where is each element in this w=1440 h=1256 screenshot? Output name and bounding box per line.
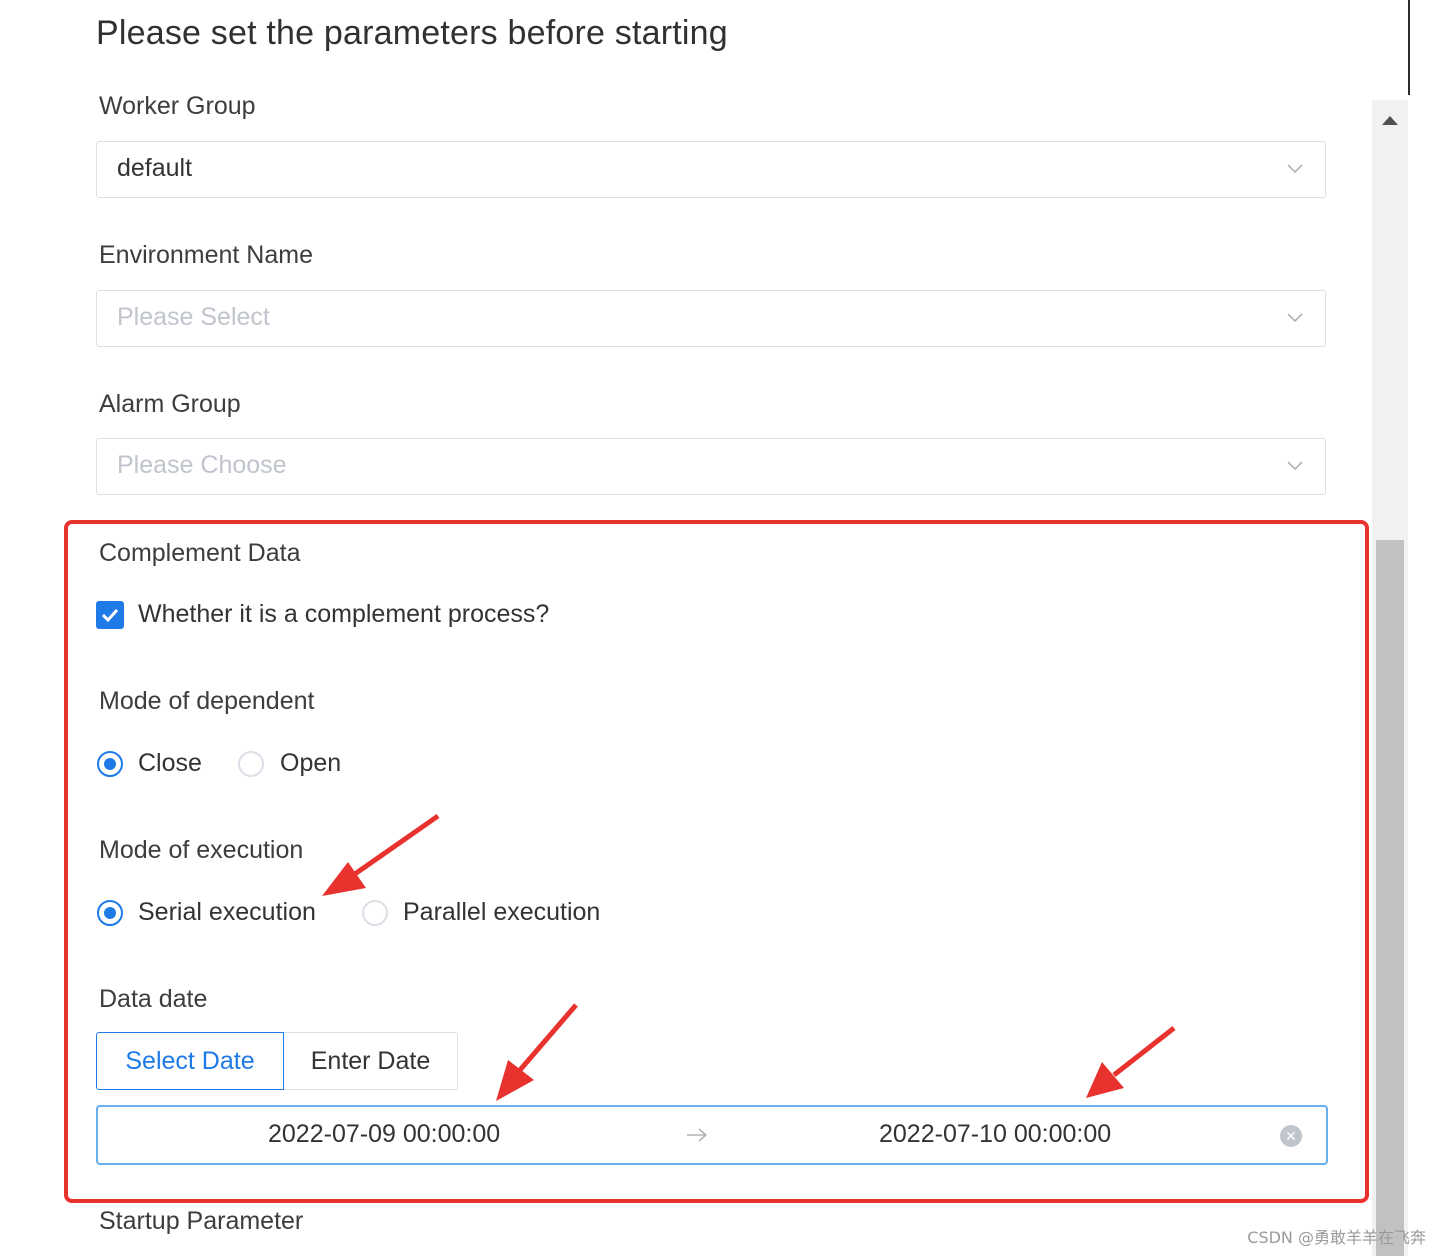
date-range-picker[interactable]: 2022-07-09 00:00:00 2022-07-10 00:00:00 … [96, 1105, 1328, 1165]
worker-group-value: default [117, 154, 193, 182]
chevron-down-icon [1287, 461, 1303, 471]
radio-dependent-close[interactable] [97, 751, 123, 777]
alarm-group-label: Alarm Group [99, 390, 241, 418]
environment-name-select[interactable]: Please Select [96, 290, 1326, 347]
tab-select-date[interactable]: Select Date [96, 1032, 284, 1090]
complement-data-label: Complement Data [99, 539, 301, 567]
scroll-up-arrow-icon[interactable] [1382, 116, 1398, 125]
complement-process-label[interactable]: Whether it is a complement process? [138, 600, 549, 629]
date-range-start[interactable]: 2022-07-09 00:00:00 [268, 1120, 500, 1149]
arrow-right-icon [687, 1128, 708, 1142]
data-date-label: Data date [99, 985, 208, 1013]
radio-serial-execution[interactable] [97, 900, 123, 926]
chevron-down-icon [1287, 313, 1303, 323]
radio-dependent-close-label[interactable]: Close [138, 749, 202, 778]
date-range-end[interactable]: 2022-07-10 00:00:00 [879, 1120, 1111, 1149]
mode-of-execution-label: Mode of execution [99, 836, 304, 864]
radio-dependent-open[interactable] [238, 751, 264, 777]
environment-name-placeholder: Please Select [117, 303, 270, 331]
radio-serial-execution-label[interactable]: Serial execution [138, 898, 316, 927]
alarm-group-placeholder: Please Choose [117, 451, 287, 479]
radio-parallel-execution-label[interactable]: Parallel execution [403, 898, 600, 927]
chevron-down-icon [1287, 164, 1303, 174]
worker-group-label: Worker Group [99, 92, 256, 120]
watermark: CSDN @勇敢羊羊在飞奔 [1247, 1228, 1426, 1247]
window-edge [1408, 0, 1410, 95]
dialog-title: Please set the parameters before startin… [96, 14, 728, 52]
radio-dependent-open-label[interactable]: Open [280, 749, 341, 778]
radio-parallel-execution[interactable] [362, 900, 388, 926]
scrollbar-thumb[interactable] [1376, 540, 1404, 1256]
clear-icon[interactable]: ✕ [1280, 1125, 1302, 1147]
complement-process-checkbox[interactable] [96, 601, 124, 629]
mode-of-dependent-label: Mode of dependent [99, 687, 315, 715]
worker-group-select[interactable]: default [96, 141, 1326, 198]
startup-parameter-label: Startup Parameter [99, 1207, 304, 1235]
tab-enter-date[interactable]: Enter Date [283, 1032, 458, 1090]
scrollbar[interactable] [1372, 100, 1408, 1256]
alarm-group-select[interactable]: Please Choose [96, 438, 1326, 495]
check-icon [101, 608, 119, 623]
environment-name-label: Environment Name [99, 241, 313, 269]
